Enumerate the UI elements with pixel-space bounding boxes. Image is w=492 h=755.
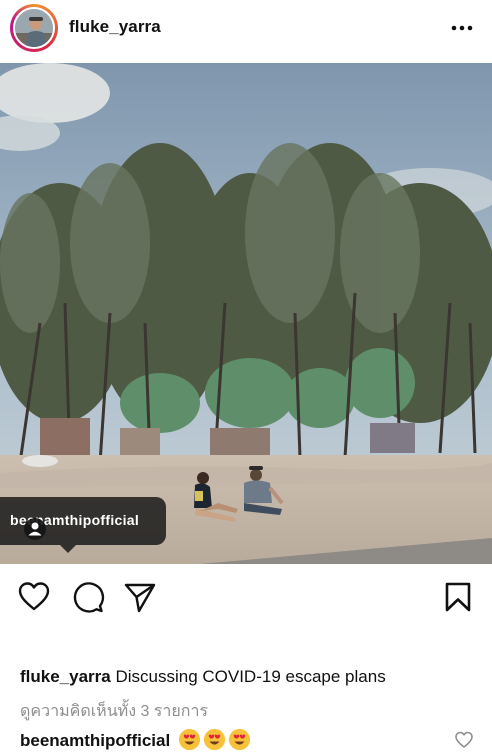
tag-label[interactable]: beenamthipofficial	[0, 497, 166, 545]
paper-plane-icon[interactable]	[123, 580, 157, 614]
view-all-comments-link[interactable]: ดูความคิดเห็นทั้ง 3 รายการ	[20, 699, 208, 724]
heart-eyes-emoji	[203, 729, 225, 750]
comment-row: beenamthipofficial	[20, 729, 250, 751]
bookmark-icon[interactable]	[441, 580, 475, 614]
heart-outline-icon[interactable]	[454, 730, 474, 750]
caption-text: Discussing COVID-19 escape plans	[110, 667, 386, 686]
person-icon	[24, 518, 46, 540]
avatar[interactable]	[13, 7, 55, 49]
heart-icon[interactable]	[17, 580, 51, 614]
action-bar	[0, 576, 492, 620]
heart-eyes-emoji	[178, 729, 200, 750]
post-photo[interactable]	[0, 63, 492, 564]
post-header: fluke_yarra	[0, 0, 492, 58]
caption-username[interactable]: fluke_yarra	[20, 667, 111, 686]
tag-pointer	[60, 545, 76, 553]
more-horizontal-icon[interactable]	[448, 14, 476, 42]
caption: fluke_yarra Discussing COVID-19 escape p…	[20, 667, 386, 687]
avatar-story-ring[interactable]	[10, 4, 58, 52]
post-username[interactable]: fluke_yarra	[69, 17, 161, 37]
comment-username[interactable]: beenamthipofficial	[20, 731, 170, 750]
comment-bubble-icon[interactable]	[71, 580, 105, 614]
heart-eyes-emoji	[228, 729, 250, 750]
